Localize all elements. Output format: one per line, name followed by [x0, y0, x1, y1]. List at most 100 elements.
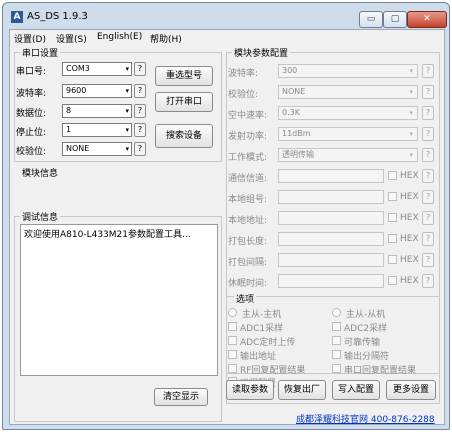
output-addr-label: 输出地址 [240, 352, 277, 362]
write-config-button[interactable]: 写入配置 [332, 380, 380, 400]
reliable-tx-label: 可靠传输 [344, 338, 381, 348]
databits-select[interactable]: 8 ▾ [62, 104, 132, 118]
reliable-tx-checkbox[interactable] [332, 336, 341, 345]
databits-help-button[interactable]: ? [134, 104, 146, 118]
chevron-down-icon: ▾ [125, 65, 129, 73]
parity-help-button[interactable]: ? [134, 142, 146, 156]
radio-slave-label: 主从-从机 [346, 310, 386, 320]
uart-reply-label: 串口回复配置结果 [344, 366, 417, 376]
factory-reset-button[interactable]: 恢复出厂 [278, 380, 326, 400]
pack-interval-help-button[interactable]: ? [422, 253, 434, 267]
channel-hex-label: HEX [400, 171, 419, 181]
menu-bar: 设置(D) 设置(S) English(E) 帮助(H) [10, 30, 444, 45]
chevron-down-icon: ▾ [125, 126, 129, 134]
stopbits-value: 1 [66, 125, 72, 134]
chevron-down-icon: ▾ [125, 107, 129, 115]
chevron-down-icon: ▾ [125, 145, 129, 153]
output-sep-checkbox[interactable] [332, 350, 341, 359]
group-id-hex-label: HEX [400, 192, 419, 202]
pack-interval-label: 打包间隔: [228, 258, 268, 268]
group-id-hex-checkbox[interactable] [388, 192, 397, 201]
debug-output[interactable]: 欢迎使用A810-L433M21参数配置工具... [20, 224, 218, 376]
air-rate-select[interactable]: 0.3K ▾ [278, 106, 418, 120]
radio-master-label: 主从-主机 [242, 310, 282, 320]
parity-value: NONE [66, 144, 90, 153]
menu-device[interactable]: 设置(D) [14, 32, 46, 45]
menu-help[interactable]: 帮助(H) [150, 32, 182, 45]
module-info-title: 模块信息 [20, 166, 61, 179]
local-addr-hex-label: HEX [400, 213, 419, 223]
pack-interval-hex-checkbox[interactable] [388, 255, 397, 264]
local-addr-help-button[interactable]: ? [422, 211, 434, 225]
group-id-help-button[interactable]: ? [422, 190, 434, 204]
chevron-down-icon: ▾ [409, 151, 413, 159]
adc1-checkbox[interactable] [228, 322, 237, 331]
pack-len-help-button[interactable]: ? [422, 232, 434, 246]
tx-power-value: 11dBm [282, 129, 311, 138]
local-addr-label: 本地地址: [228, 216, 268, 226]
radio-master[interactable] [228, 308, 237, 317]
reselect-model-button[interactable]: 重选型号 [155, 66, 213, 86]
title-bar: A AS_DS 1.9.3 ▭ ▢ ✕ [3, 3, 449, 29]
pack-len-label: 打包长度: [228, 237, 268, 247]
port-help-button[interactable]: ? [134, 62, 146, 76]
menu-settings[interactable]: 设置(S) [56, 32, 87, 45]
air-rate-help-button[interactable]: ? [422, 106, 434, 120]
local-addr-input[interactable] [278, 211, 384, 225]
radio-slave[interactable] [332, 308, 341, 317]
work-mode-value: 透明传输 [282, 150, 314, 159]
more-settings-button[interactable]: 更多设置 [386, 380, 436, 400]
group-id-input[interactable] [278, 190, 384, 204]
work-mode-select[interactable]: 透明传输 ▾ [278, 148, 418, 162]
port-select[interactable]: COM3 ▾ [62, 62, 132, 76]
options-title: 选项 [234, 292, 257, 305]
param-baud-select[interactable]: 300 ▾ [278, 64, 418, 78]
chevron-down-icon: ▾ [125, 87, 129, 95]
pack-len-hex-checkbox[interactable] [388, 234, 397, 243]
maximize-button[interactable]: ▢ [383, 11, 407, 28]
read-params-button[interactable]: 读取参数 [226, 380, 274, 400]
work-mode-help-button[interactable]: ? [422, 148, 434, 162]
sleep-time-input[interactable] [278, 274, 384, 288]
baud-help-button[interactable]: ? [134, 84, 146, 98]
sleep-time-help-button[interactable]: ? [422, 274, 434, 288]
channel-help-button[interactable]: ? [422, 169, 434, 183]
pack-interval-input[interactable] [278, 253, 384, 267]
param-parity-select[interactable]: NONE ▾ [278, 85, 418, 99]
debug-title: 调试信息 [20, 210, 61, 223]
tx-power-select[interactable]: 11dBm ▾ [278, 127, 418, 141]
parity-select[interactable]: NONE ▾ [62, 142, 132, 156]
tx-power-help-button[interactable]: ? [422, 127, 434, 141]
stopbits-help-button[interactable]: ? [134, 123, 146, 137]
minimize-button[interactable]: ▭ [359, 11, 383, 28]
baud-select[interactable]: 9600 ▾ [62, 84, 132, 98]
baud-label: 波特率: [16, 89, 47, 99]
menu-english[interactable]: English(E) [97, 32, 142, 42]
pack-len-hex-label: HEX [400, 234, 419, 244]
parity-label: 校验位: [16, 147, 47, 157]
stopbits-select[interactable]: 1 ▾ [62, 123, 132, 137]
channel-label: 通信信道: [228, 174, 268, 184]
clear-display-button[interactable]: 清空显示 [154, 388, 208, 406]
pack-len-input[interactable] [278, 232, 384, 246]
search-device-button[interactable]: 搜索设备 [155, 124, 213, 148]
sleep-time-hex-checkbox[interactable] [388, 276, 397, 285]
adc-timer-checkbox[interactable] [228, 336, 237, 345]
param-parity-help-button[interactable]: ? [422, 85, 434, 99]
open-port-button[interactable]: 打开串口 [155, 92, 213, 112]
app-window: A AS_DS 1.9.3 ▭ ▢ ✕ 设置(D) 设置(S) English(… [2, 2, 450, 430]
uart-reply-checkbox[interactable] [332, 364, 341, 373]
baud-value: 9600 [66, 86, 87, 95]
rf-reply-label: RF回复配置结果 [240, 366, 306, 376]
website-link[interactable]: 成都泽耀科技官网 400-876-2288 [296, 412, 435, 425]
channel-input[interactable] [278, 169, 384, 183]
channel-hex-checkbox[interactable] [388, 171, 397, 180]
rf-reply-checkbox[interactable] [228, 364, 237, 373]
output-addr-checkbox[interactable] [228, 350, 237, 359]
param-baud-help-button[interactable]: ? [422, 64, 434, 78]
local-addr-hex-checkbox[interactable] [388, 213, 397, 222]
adc2-checkbox[interactable] [332, 322, 341, 331]
tx-power-label: 发射功率: [228, 132, 268, 142]
close-button[interactable]: ✕ [407, 11, 447, 28]
pack-interval-hex-label: HEX [400, 255, 419, 265]
